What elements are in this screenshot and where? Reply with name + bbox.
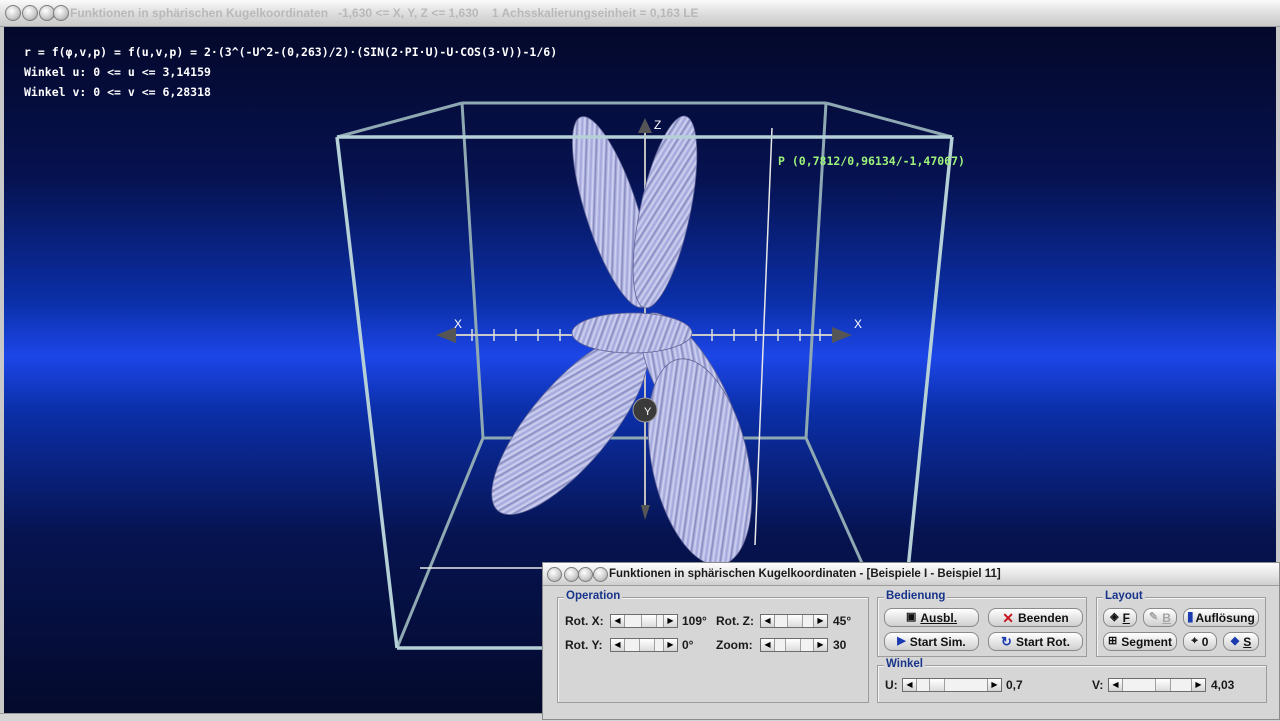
winkel-legend: Winkel xyxy=(884,658,925,670)
operation-legend: Operation xyxy=(564,590,623,602)
control-title-bar[interactable]: Funktionen in sphärischen Kugelkoordinat… xyxy=(543,563,1279,586)
point-projection-line xyxy=(754,127,773,546)
resolution-icon: |||| xyxy=(1187,611,1193,623)
range-v-text: Winkel v: 0 <= v <= 6,28318 xyxy=(24,85,211,99)
window-menu-icon[interactable] xyxy=(5,5,21,21)
bedienung-legend: Bedienung xyxy=(884,590,948,602)
scroll-right-arrow-icon[interactable]: ▶ xyxy=(813,615,827,627)
scroll-left-arrow-icon[interactable]: ◀ xyxy=(1109,679,1123,691)
hide-window-icon: ▣ xyxy=(905,611,917,623)
fill-button[interactable]: ◈ F xyxy=(1103,608,1137,627)
crosshair-icon: ⌖ xyxy=(1191,635,1198,647)
winkel-group: Winkel U: ◀ ▶ 0,7 V: ◀ ▶ 4,03 xyxy=(877,658,1267,703)
zoom-value: 30 xyxy=(833,638,847,652)
range-u-text: Winkel u: 0 <= u <= 3,14159 xyxy=(24,65,211,79)
close-x-icon: ✕ xyxy=(1002,609,1015,626)
rot-x-value: 109° xyxy=(682,614,707,628)
scroll-left-arrow-icon[interactable]: ◀ xyxy=(761,615,775,627)
s-button[interactable]: ◆ S xyxy=(1223,632,1259,651)
v-label: V: xyxy=(1092,678,1104,692)
formula-text: r = f(φ,v,p) = f(u,v,p) = 2·(3^(-U^2-(0,… xyxy=(24,45,558,59)
beenden-button[interactable]: ✕ Beenden xyxy=(988,608,1083,627)
scroll-left-arrow-icon[interactable]: ◀ xyxy=(903,679,917,691)
scroll-right-arrow-icon[interactable]: ▶ xyxy=(987,679,1001,691)
rot-z-value: 45° xyxy=(833,614,852,628)
rotate-icon: ↻ xyxy=(1001,634,1012,649)
main-title-bar: Funktionen in sphärischen Kugelkoordinat… xyxy=(0,0,1280,27)
zoom-label: Zoom: xyxy=(716,638,753,652)
spherical-surface xyxy=(491,115,753,566)
rot-x-scroll-thumb[interactable] xyxy=(641,615,657,627)
control-window-title: Funktionen in sphärischen Kugelkoordinat… xyxy=(609,568,1001,580)
segment-button[interactable]: ⊞ Segment xyxy=(1103,632,1177,651)
scroll-right-arrow-icon[interactable]: ▶ xyxy=(663,639,677,651)
ausblenden-button[interactable]: ▣ Ausbl. xyxy=(884,608,979,627)
rot-y-label: Rot. Y: xyxy=(565,638,603,652)
control-close-icon[interactable] xyxy=(593,567,608,582)
aufloesung-button[interactable]: |||| Auflösung xyxy=(1183,608,1259,627)
control-window: Funktionen in sphärischen Kugelkoordinat… xyxy=(542,562,1280,720)
minimize-icon[interactable] xyxy=(22,5,38,21)
close-icon[interactable] xyxy=(53,5,69,21)
scroll-right-arrow-icon[interactable]: ▶ xyxy=(1191,679,1205,691)
y-axis-label: Y xyxy=(644,406,652,418)
v-value: 4,03 xyxy=(1211,678,1235,692)
rot-y-value: 0° xyxy=(682,638,694,652)
b-button[interactable]: ✎ B xyxy=(1143,608,1177,627)
zoom-scroll-thumb[interactable] xyxy=(785,639,801,651)
rot-x-label: Rot. X: xyxy=(565,614,604,628)
start-sim-button[interactable]: ▶ Start Sim. xyxy=(884,632,979,651)
rot-y-scrollbar[interactable]: ◀ ▶ xyxy=(610,638,678,652)
rot-y-scroll-thumb[interactable] xyxy=(639,639,655,651)
start-rot-button[interactable]: ↻ Start Rot. xyxy=(988,632,1083,651)
eraser-icon: ◆ xyxy=(1230,635,1240,647)
zoom-scrollbar[interactable]: ◀ ▶ xyxy=(760,638,828,652)
main-window-title: Funktionen in sphärischen Kugelkoordinat… xyxy=(70,6,699,20)
u-label: U: xyxy=(885,678,898,692)
scroll-left-arrow-icon[interactable]: ◀ xyxy=(611,615,625,627)
rot-z-scrollbar[interactable]: ◀ ▶ xyxy=(760,614,828,628)
u-scrollbar[interactable]: ◀ ▶ xyxy=(902,678,1002,692)
operation-group: Operation Rot. X: ◀ ▶ 109° Rot. Y: ◀ ▶ 0… xyxy=(557,590,869,703)
scroll-right-arrow-icon[interactable]: ▶ xyxy=(813,639,827,651)
rot-z-label: Rot. Z: xyxy=(716,614,754,628)
scroll-left-arrow-icon[interactable]: ◀ xyxy=(611,639,625,651)
paint-bucket-icon: ◈ xyxy=(1110,611,1119,623)
z-axis-label: Z xyxy=(654,118,661,132)
u-scroll-thumb[interactable] xyxy=(929,679,945,691)
origin-button[interactable]: ⌖ 0 xyxy=(1183,632,1217,651)
layout-legend: Layout xyxy=(1103,590,1145,602)
brush-icon: ✎ xyxy=(1149,611,1159,623)
rot-z-scroll-thumb[interactable] xyxy=(787,615,803,627)
v-scroll-thumb[interactable] xyxy=(1155,679,1171,691)
grid-icon: ⊞ xyxy=(1108,635,1118,647)
rot-x-scrollbar[interactable]: ◀ ▶ xyxy=(610,614,678,628)
control-maximize-icon[interactable] xyxy=(578,567,593,582)
point-coordinate-label: P (0,7812/0,96134/-1,47067) xyxy=(778,154,965,168)
bedienung-group: Bedienung ▣ Ausbl. ✕ Beenden ▶ Start Sim… xyxy=(877,590,1087,657)
control-menu-icon[interactable] xyxy=(547,567,562,582)
x-axis-pos-label: X xyxy=(854,317,862,331)
control-minimize-icon[interactable] xyxy=(564,567,579,582)
scroll-right-arrow-icon[interactable]: ▶ xyxy=(663,615,677,627)
x-axis-neg-label: X xyxy=(454,317,462,331)
layout-group: Layout ◈ F ✎ B |||| Auflösung ⊞ Segment … xyxy=(1096,590,1266,657)
play-icon: ▶ xyxy=(897,635,906,647)
u-value: 0,7 xyxy=(1006,678,1023,692)
v-scrollbar[interactable]: ◀ ▶ xyxy=(1108,678,1206,692)
scroll-left-arrow-icon[interactable]: ◀ xyxy=(761,639,775,651)
